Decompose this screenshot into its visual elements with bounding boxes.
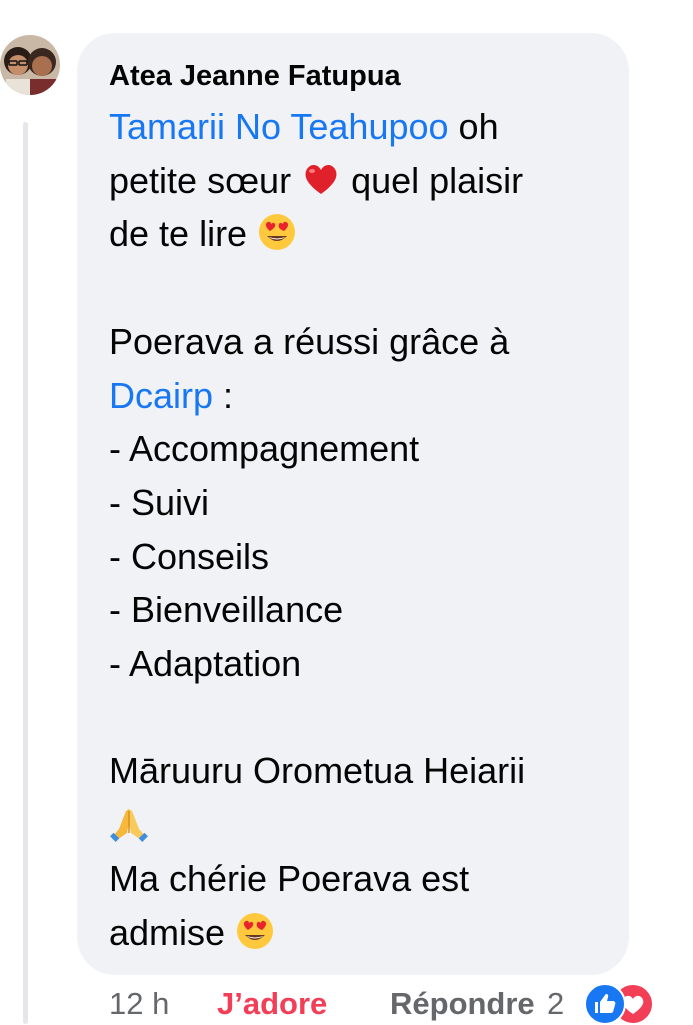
comment-bubble: Atea Jeanne Fatupua Tamarii No Teahupoo … bbox=[77, 33, 629, 975]
text-fragment: de te lire bbox=[109, 213, 258, 255]
comment-line: admise bbox=[109, 906, 599, 960]
reaction-summary[interactable] bbox=[584, 983, 674, 1025]
reaction-count[interactable]: 2 bbox=[547, 986, 564, 1022]
like-icon bbox=[584, 983, 626, 1025]
avatar[interactable] bbox=[0, 35, 60, 95]
text-fragment: petite sœur bbox=[109, 159, 302, 201]
mention-link[interactable]: Tamarii No Teahupoo bbox=[109, 106, 449, 147]
heart-eyes-emoji bbox=[257, 212, 297, 252]
comment-line: Ma chérie Poerava est bbox=[109, 857, 470, 899]
text-fragment: admise bbox=[109, 911, 236, 953]
comment-body: Tamarii No Teahupoo oh petite sœur quel … bbox=[109, 100, 599, 959]
comment-line: petite sœur quel plaisir bbox=[109, 154, 599, 208]
comment-line: Dcairp : bbox=[109, 369, 599, 423]
comment-line: Tamarii No Teahupoo oh bbox=[109, 100, 599, 154]
heart-eyes-emoji bbox=[235, 911, 275, 951]
comment-line: Poerava a réussi grâce à bbox=[109, 320, 510, 362]
comment-line: - Suivi bbox=[109, 481, 210, 523]
love-reaction-button[interactable]: J’adore bbox=[217, 986, 327, 1022]
mention-link[interactable]: Dcairp bbox=[109, 375, 213, 416]
avatar-photo bbox=[0, 35, 60, 95]
text-fragment: oh bbox=[448, 106, 499, 147]
comment-line: Māruuru Orometua Heiarii bbox=[109, 750, 526, 792]
comment-line: de te lire bbox=[109, 207, 599, 261]
thread-line bbox=[23, 122, 28, 1024]
timestamp[interactable]: 12 h bbox=[109, 986, 169, 1022]
red-heart-emoji bbox=[301, 159, 341, 199]
comment-line: - Conseils bbox=[109, 535, 270, 577]
text-fragment: : bbox=[213, 374, 234, 416]
folded-hands-emoji bbox=[109, 803, 149, 843]
comment-line: - Adaptation bbox=[109, 643, 302, 685]
comment-line bbox=[109, 798, 599, 852]
comment-line: - Accompagnement bbox=[109, 428, 420, 470]
comment-line: - Bienveillance bbox=[109, 589, 344, 631]
comment-author[interactable]: Atea Jeanne Fatupua bbox=[109, 59, 599, 93]
text-fragment: quel plaisir bbox=[341, 159, 524, 201]
reply-button[interactable]: Répondre bbox=[390, 986, 535, 1022]
comment-footer: 12 h J’adore Répondre 2 bbox=[109, 983, 693, 1025]
